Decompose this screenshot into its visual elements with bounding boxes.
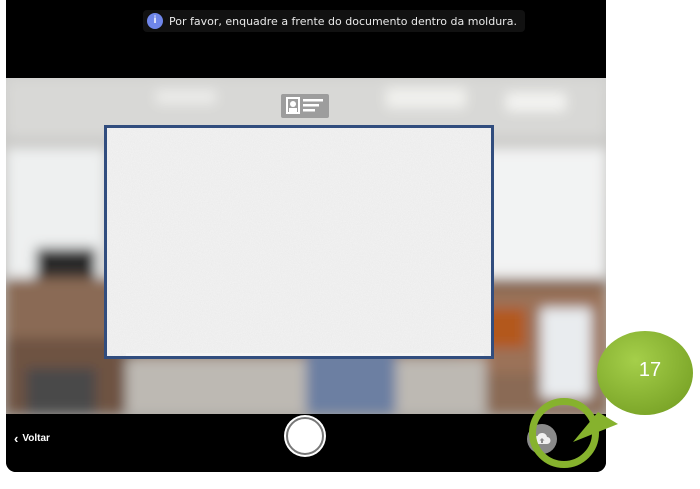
chevron-left-icon: ‹ [14, 431, 19, 446]
document-capture-screen: i Por favor, enquadre a frente do docume… [6, 0, 606, 472]
shutter-button[interactable] [286, 417, 324, 455]
back-label: Voltar [22, 433, 50, 444]
info-icon: i [147, 13, 163, 29]
top-bar: i Por favor, enquadre a frente do docume… [6, 0, 606, 78]
callout-bubble [573, 331, 693, 442]
frame-bottom-edge [126, 353, 484, 356]
document-frame [104, 125, 494, 359]
step-number: 17 [638, 359, 662, 381]
bottom-bar: ‹ Voltar [6, 414, 606, 472]
back-button[interactable]: ‹ Voltar [14, 432, 50, 445]
instruction-text: Por favor, enquadre a frente do document… [169, 14, 517, 28]
instruction-hint: i Por favor, enquadre a frente do docume… [143, 10, 525, 32]
document-preview [107, 128, 491, 356]
id-card-icon [281, 94, 329, 118]
